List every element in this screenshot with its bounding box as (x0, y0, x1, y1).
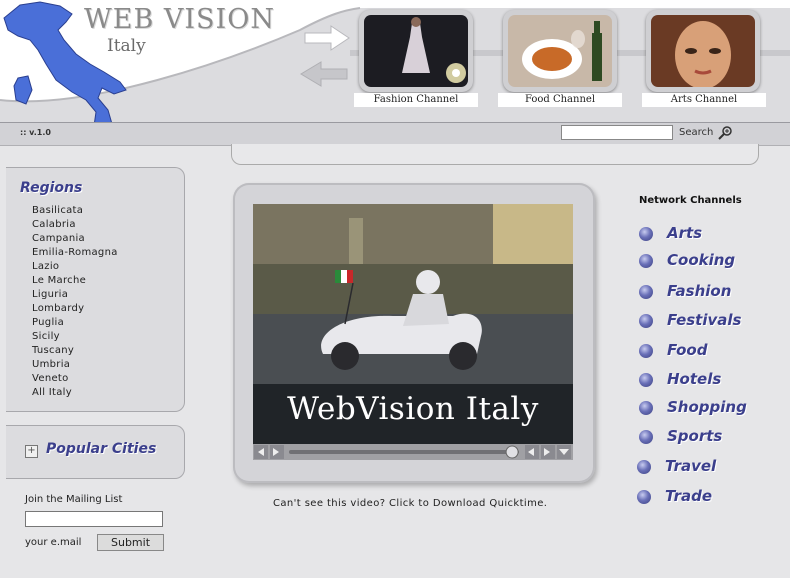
region-link[interactable]: Le Marche (32, 274, 118, 288)
region-link[interactable]: Lazio (32, 260, 118, 274)
bullet-icon (639, 254, 653, 268)
version-label: :: v.1.0 (20, 128, 51, 137)
email-field[interactable] (25, 511, 163, 527)
region-link[interactable]: Basilicata (32, 204, 118, 218)
region-link[interactable]: Liguria (32, 288, 118, 302)
search-button[interactable]: Search (679, 127, 713, 138)
food-channel-label[interactable]: Food Channel (498, 93, 622, 107)
video-scrubber[interactable] (505, 445, 519, 459)
popular-cities-title[interactable]: Popular Cities (46, 441, 156, 457)
fashion-channel-thumbnail[interactable] (359, 10, 473, 92)
video-controls[interactable] (253, 444, 573, 460)
logo-title: WEB VISION (84, 4, 275, 35)
food-channel-thumbnail[interactable] (503, 10, 617, 92)
region-link[interactable]: Sicily (32, 330, 118, 344)
bullet-icon (639, 285, 653, 299)
region-link[interactable]: Campania (32, 232, 118, 246)
region-link[interactable]: All Italy (32, 386, 118, 400)
arts-channel-label[interactable]: Arts Channel (642, 93, 766, 107)
email-label: your e.mail (25, 537, 82, 548)
header: WEB VISION Italy Fashion Channel Food Ch… (0, 0, 790, 145)
region-link[interactable]: Tuscany (32, 344, 118, 358)
region-link[interactable]: Emilia-Romagna (32, 246, 118, 260)
region-link[interactable]: Umbria (32, 358, 118, 372)
bullet-icon (637, 490, 651, 504)
mailing-list-label: Join the Mailing List (25, 494, 123, 505)
bullet-icon (637, 460, 651, 474)
video-title: WebVision Italy (287, 391, 539, 427)
regions-title: Regions (20, 180, 83, 196)
expand-plus-icon[interactable]: + (25, 445, 38, 458)
region-link[interactable]: Veneto (32, 372, 118, 386)
bullet-icon (639, 373, 653, 387)
bullet-icon (639, 314, 653, 328)
toolbar: :: v.1.0 Search (0, 122, 790, 146)
bullet-icon (639, 401, 653, 415)
regions-list: Basilicata Calabria Campania Emilia-Roma… (32, 204, 118, 400)
popular-cities-panel[interactable]: + Popular Cities (6, 425, 185, 479)
video-player[interactable]: WebVision Italy (253, 204, 573, 444)
region-link[interactable]: Puglia (32, 316, 118, 330)
search-input[interactable] (561, 125, 673, 140)
forward-arrow-icon[interactable] (303, 25, 351, 51)
submit-button[interactable]: Submit (97, 534, 164, 551)
network-channels-title: Network Channels (639, 195, 742, 206)
bullet-icon (639, 227, 653, 241)
bullet-icon (639, 430, 653, 444)
regions-panel: Regions Basilicata Calabria Campania Emi… (6, 167, 185, 412)
bullet-icon (639, 344, 653, 358)
arts-channel-thumbnail[interactable] (646, 10, 760, 92)
region-link[interactable]: Calabria (32, 218, 118, 232)
region-link[interactable]: Lombardy (32, 302, 118, 316)
download-quicktime-link[interactable]: Can't see this video? Click to Download … (273, 498, 547, 509)
fashion-channel-label[interactable]: Fashion Channel (354, 93, 478, 107)
search-icon[interactable] (718, 125, 734, 141)
logo-subtitle: Italy (107, 36, 146, 56)
back-arrow-icon[interactable] (299, 60, 349, 88)
subbar-panel (231, 144, 759, 165)
